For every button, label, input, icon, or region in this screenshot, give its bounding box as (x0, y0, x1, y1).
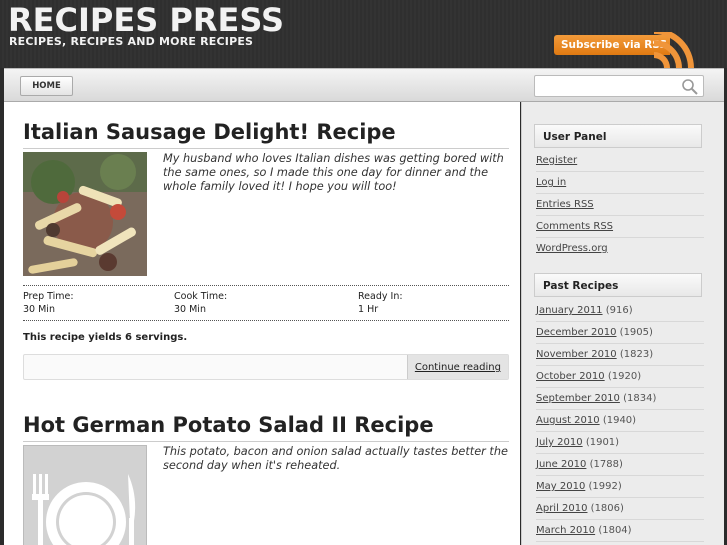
archive-item[interactable]: September 2010 (1834) (536, 388, 704, 410)
cook-time-value: 30 Min (174, 304, 206, 315)
ready-in-label: Ready In: (358, 291, 403, 302)
sidebar: User Panel Register Log in Entries RSS C… (521, 102, 724, 545)
divider (23, 441, 509, 442)
archive-item[interactable]: November 2010 (1823) (536, 344, 704, 366)
archive-item[interactable]: July 2010 (1901) (536, 432, 704, 454)
nav-home-button[interactable]: HOME (20, 76, 73, 96)
search-icon[interactable] (681, 78, 699, 96)
site-tagline: RECIPES, RECIPES AND MORE RECIPES (9, 35, 254, 48)
plate-icon (24, 446, 146, 545)
archive-item[interactable]: December 2010 (1905) (536, 322, 704, 344)
prep-time-value: 30 Min (23, 304, 55, 315)
nav-bar: HOME (4, 68, 724, 102)
sidebar-link-register[interactable]: Register (536, 150, 704, 172)
post-excerpt: My husband who loves Italian dishes was … (163, 152, 504, 193)
sidebar-link-entries-rss[interactable]: Entries RSS (536, 194, 704, 216)
archive-item[interactable]: June 2010 (1788) (536, 454, 704, 476)
archive-item[interactable]: October 2010 (1920) (536, 366, 704, 388)
recipe-photo[interactable] (23, 152, 147, 276)
sidebar-link-comments-rss[interactable]: Comments RSS (536, 216, 704, 238)
search-input[interactable] (534, 75, 704, 97)
sidebar-link-wordpress[interactable]: WordPress.org (536, 238, 704, 260)
divider (23, 320, 509, 321)
recipe-yields: This recipe yields 6 servings. (23, 332, 188, 343)
post-title[interactable]: Italian Sausage Delight! Recipe (23, 120, 396, 144)
sidebar-link-login[interactable]: Log in (536, 172, 704, 194)
rss-icon[interactable] (650, 32, 710, 68)
cook-time-label: Cook Time: (174, 291, 228, 302)
main-content: Italian Sausage Delight! Recipe My husba… (4, 102, 520, 545)
recipe-placeholder-image[interactable] (23, 445, 147, 545)
continue-reading-bar: Continue reading (23, 354, 509, 380)
archive-item[interactable]: May 2010 (1992) (536, 476, 704, 498)
ready-in-value: 1 Hr (358, 304, 379, 315)
archive-item[interactable]: January 2011 (916) (536, 300, 704, 322)
post-excerpt: This potato, bacon and onion salad actua… (163, 445, 508, 472)
past-recipes-heading: Past Recipes (534, 273, 702, 297)
archive-item[interactable]: March 2010 (1804) (536, 520, 704, 542)
prep-time-label: Prep Time: (23, 291, 74, 302)
archive-item[interactable]: April 2010 (1806) (536, 498, 704, 520)
divider (23, 285, 509, 286)
divider (23, 148, 509, 149)
site-header: RECIPES PRESS RECIPES, RECIPES AND MORE … (0, 0, 727, 68)
site-title[interactable]: RECIPES PRESS (8, 0, 284, 40)
post-title[interactable]: Hot German Potato Salad II Recipe (23, 413, 434, 437)
user-panel-heading: User Panel (534, 124, 702, 148)
continue-reading-link[interactable]: Continue reading (406, 355, 508, 379)
archive-item[interactable]: August 2010 (1940) (536, 410, 704, 432)
